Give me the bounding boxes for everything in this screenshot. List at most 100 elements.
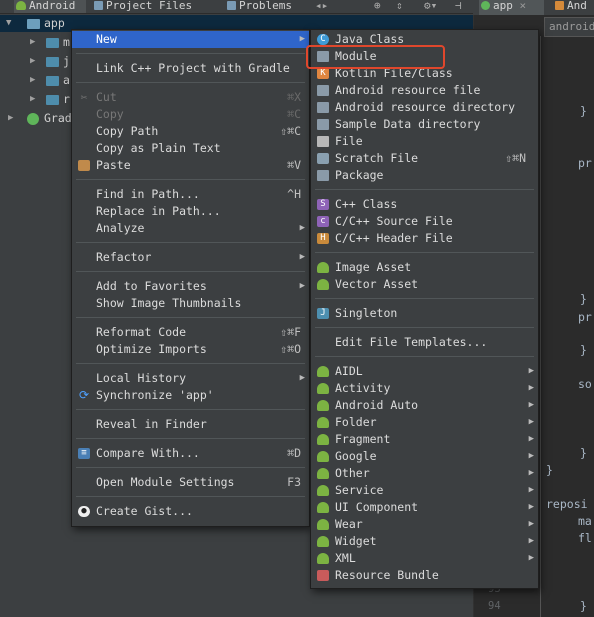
new-item-google[interactable]: Google ▶ <box>311 448 538 465</box>
menu-item-refactor[interactable]: Refactor ▶ <box>72 249 309 266</box>
breadcrumb[interactable]: android <box>544 17 594 37</box>
menu-item-add-to-favorites[interactable]: Add to Favorites ▶ <box>72 278 309 295</box>
chevron-right-icon[interactable]: ▶ <box>30 53 35 70</box>
menu-separator <box>76 496 305 497</box>
android-icon <box>317 502 329 513</box>
tree-item-label: m <box>63 35 70 49</box>
new-item-fragment[interactable]: Fragment ▶ <box>311 431 538 448</box>
new-item-package[interactable]: Package <box>311 167 538 184</box>
menu-item-copy-path[interactable]: Copy Path ⇧⌘C <box>72 123 309 140</box>
new-item-edit-file-templates[interactable]: Edit File Templates... <box>311 334 538 351</box>
new-item-android-resource-file[interactable]: Android resource file <box>311 82 538 99</box>
gear-icon[interactable]: ⚙▾ <box>424 0 437 12</box>
menu-item-optimize-imports[interactable]: Optimize Imports ⇧⌘O <box>72 341 309 358</box>
menu-item-label: C/C++ Source File <box>335 214 453 228</box>
new-item-c-c-source-file[interactable]: c C/C++ Source File <box>311 213 538 230</box>
new-item-activity[interactable]: Activity ▶ <box>311 380 538 397</box>
submenu-arrow-icon: ▶ <box>528 536 534 546</box>
menu-item-copy-as-plain-text[interactable]: Copy as Plain Text <box>72 140 309 157</box>
scroll-tabs-icon[interactable]: ◂▸ <box>315 0 328 12</box>
new-item-aidl[interactable]: AIDL ▶ <box>311 363 538 380</box>
new-item-resource-bundle[interactable]: Resource Bundle <box>311 567 538 584</box>
target-icon[interactable]: ⊕ <box>374 0 381 12</box>
new-submenu: C Java Class Module K Kotlin File/Class Andro… <box>310 29 539 589</box>
editor-tab-and[interactable]: And <box>553 0 594 13</box>
menu-item-show-image-thumbnails[interactable]: Show Image Thumbnails <box>72 295 309 312</box>
menu-separator <box>315 252 534 253</box>
collapse-icon[interactable]: ⇕ <box>396 0 403 12</box>
menu-item-analyze[interactable]: Analyze ▶ <box>72 220 309 237</box>
menu-item-replace-in-path[interactable]: Replace in Path... <box>72 203 309 220</box>
chevron-right-icon[interactable]: ▶ <box>30 91 35 108</box>
sync-icon: ⟳ <box>78 388 90 402</box>
menu-item-synchronize-app[interactable]: ⟳ Synchronize 'app' <box>72 387 309 404</box>
new-item-c-c-header-file[interactable]: H C/C++ Header File <box>311 230 538 247</box>
new-item-file[interactable]: File <box>311 133 538 150</box>
editor-tab-app[interactable]: app × <box>479 0 544 15</box>
new-item-c-class[interactable]: S C++ Class <box>311 196 538 213</box>
new-item-image-asset[interactable]: Image Asset <box>311 259 538 276</box>
menu-item-link-c-project-with-gradle[interactable]: Link C++ Project with Gradle <box>72 60 309 77</box>
menu-item-reveal-in-finder[interactable]: Reveal in Finder <box>72 416 309 433</box>
line-number: 94 <box>488 600 501 612</box>
code-brace: } <box>580 599 587 613</box>
tab-android-label: Android <box>29 0 76 12</box>
new-item-service[interactable]: Service ▶ <box>311 482 538 499</box>
tree-item-label: a <box>63 73 70 87</box>
new-item-sample-data-directory[interactable]: Sample Data directory <box>311 116 538 133</box>
menu-item-label: Scratch File <box>335 151 419 165</box>
submenu-arrow-icon: ▶ <box>528 451 534 461</box>
menu-separator <box>76 242 305 243</box>
submenu-arrow-icon: ▶ <box>528 502 534 512</box>
new-item-ui-component[interactable]: UI Component ▶ <box>311 499 538 516</box>
menu-item-shortcut: ^H <box>287 187 301 201</box>
tab-android[interactable]: Android <box>14 0 86 13</box>
chevron-right-icon[interactable]: ▶ <box>30 72 35 89</box>
menu-item-new[interactable]: New ▶ <box>72 31 309 48</box>
header-icon: H <box>317 233 329 244</box>
new-item-other[interactable]: Other ▶ <box>311 465 538 482</box>
code-brace: } <box>580 104 587 118</box>
new-item-xml[interactable]: XML ▶ <box>311 550 538 567</box>
compare-icon: ≡ <box>78 448 90 459</box>
tab-problems[interactable]: Problems <box>225 0 305 13</box>
new-item-android-resource-directory[interactable]: Android resource directory <box>311 99 538 116</box>
tree-item-app-label: app <box>44 16 65 30</box>
menu-item-copy[interactable]: Copy ⌘C <box>72 106 309 123</box>
menu-separator <box>76 53 305 54</box>
menu-item-label: Synchronize 'app' <box>96 388 214 402</box>
menu-item-shortcut: ⌘X <box>287 90 301 104</box>
new-item-vector-asset[interactable]: Vector Asset <box>311 276 538 293</box>
menu-item-local-history[interactable]: Local History ▶ <box>72 370 309 387</box>
tab-problems-label: Problems <box>239 0 292 12</box>
menu-item-create-gist[interactable]: ● Create Gist... <box>72 503 309 520</box>
xml-icon <box>555 0 564 10</box>
hide-icon[interactable]: ⊣ <box>455 0 462 12</box>
chevron-right-icon[interactable]: ▶ <box>30 34 35 51</box>
github-icon: ● <box>78 506 90 517</box>
menu-item-find-in-path[interactable]: Find in Path... ^H <box>72 186 309 203</box>
tab-project-files[interactable]: Project Files <box>92 0 214 13</box>
editor-tab-app-label: app <box>493 0 513 12</box>
menu-item-cut[interactable]: ✂ Cut ⌘X <box>72 89 309 106</box>
new-item-scratch-file[interactable]: Scratch File ⇧⌘N <box>311 150 538 167</box>
menu-item-label: Show Image Thumbnails <box>96 296 242 310</box>
new-item-singleton[interactable]: J Singleton <box>311 305 538 322</box>
new-item-widget[interactable]: Widget ▶ <box>311 533 538 550</box>
menu-item-label: Resource Bundle <box>335 568 439 582</box>
android-resource-file-icon <box>317 85 329 96</box>
menu-item-reformat-code[interactable]: Reformat Code ⇧⌘F <box>72 324 309 341</box>
menu-item-label: Singleton <box>335 306 398 320</box>
menu-item-open-module-settings[interactable]: Open Module Settings F3 <box>72 474 309 491</box>
menu-item-label: Service <box>335 483 384 497</box>
menu-item-paste[interactable]: Paste ⌘V <box>72 157 309 174</box>
menu-item-label: Vector Asset <box>335 277 419 291</box>
new-item-folder[interactable]: Folder ▶ <box>311 414 538 431</box>
chevron-right-icon[interactable]: ▶ <box>8 110 13 127</box>
chevron-down-icon[interactable]: ▼ <box>6 15 11 32</box>
new-item-wear[interactable]: Wear ▶ <box>311 516 538 533</box>
new-item-android-auto[interactable]: Android Auto ▶ <box>311 397 538 414</box>
resource-bundle-icon <box>317 570 329 581</box>
close-icon[interactable]: × <box>520 0 527 12</box>
menu-item-compare-with[interactable]: ≡ Compare With... ⌘D <box>72 445 309 462</box>
